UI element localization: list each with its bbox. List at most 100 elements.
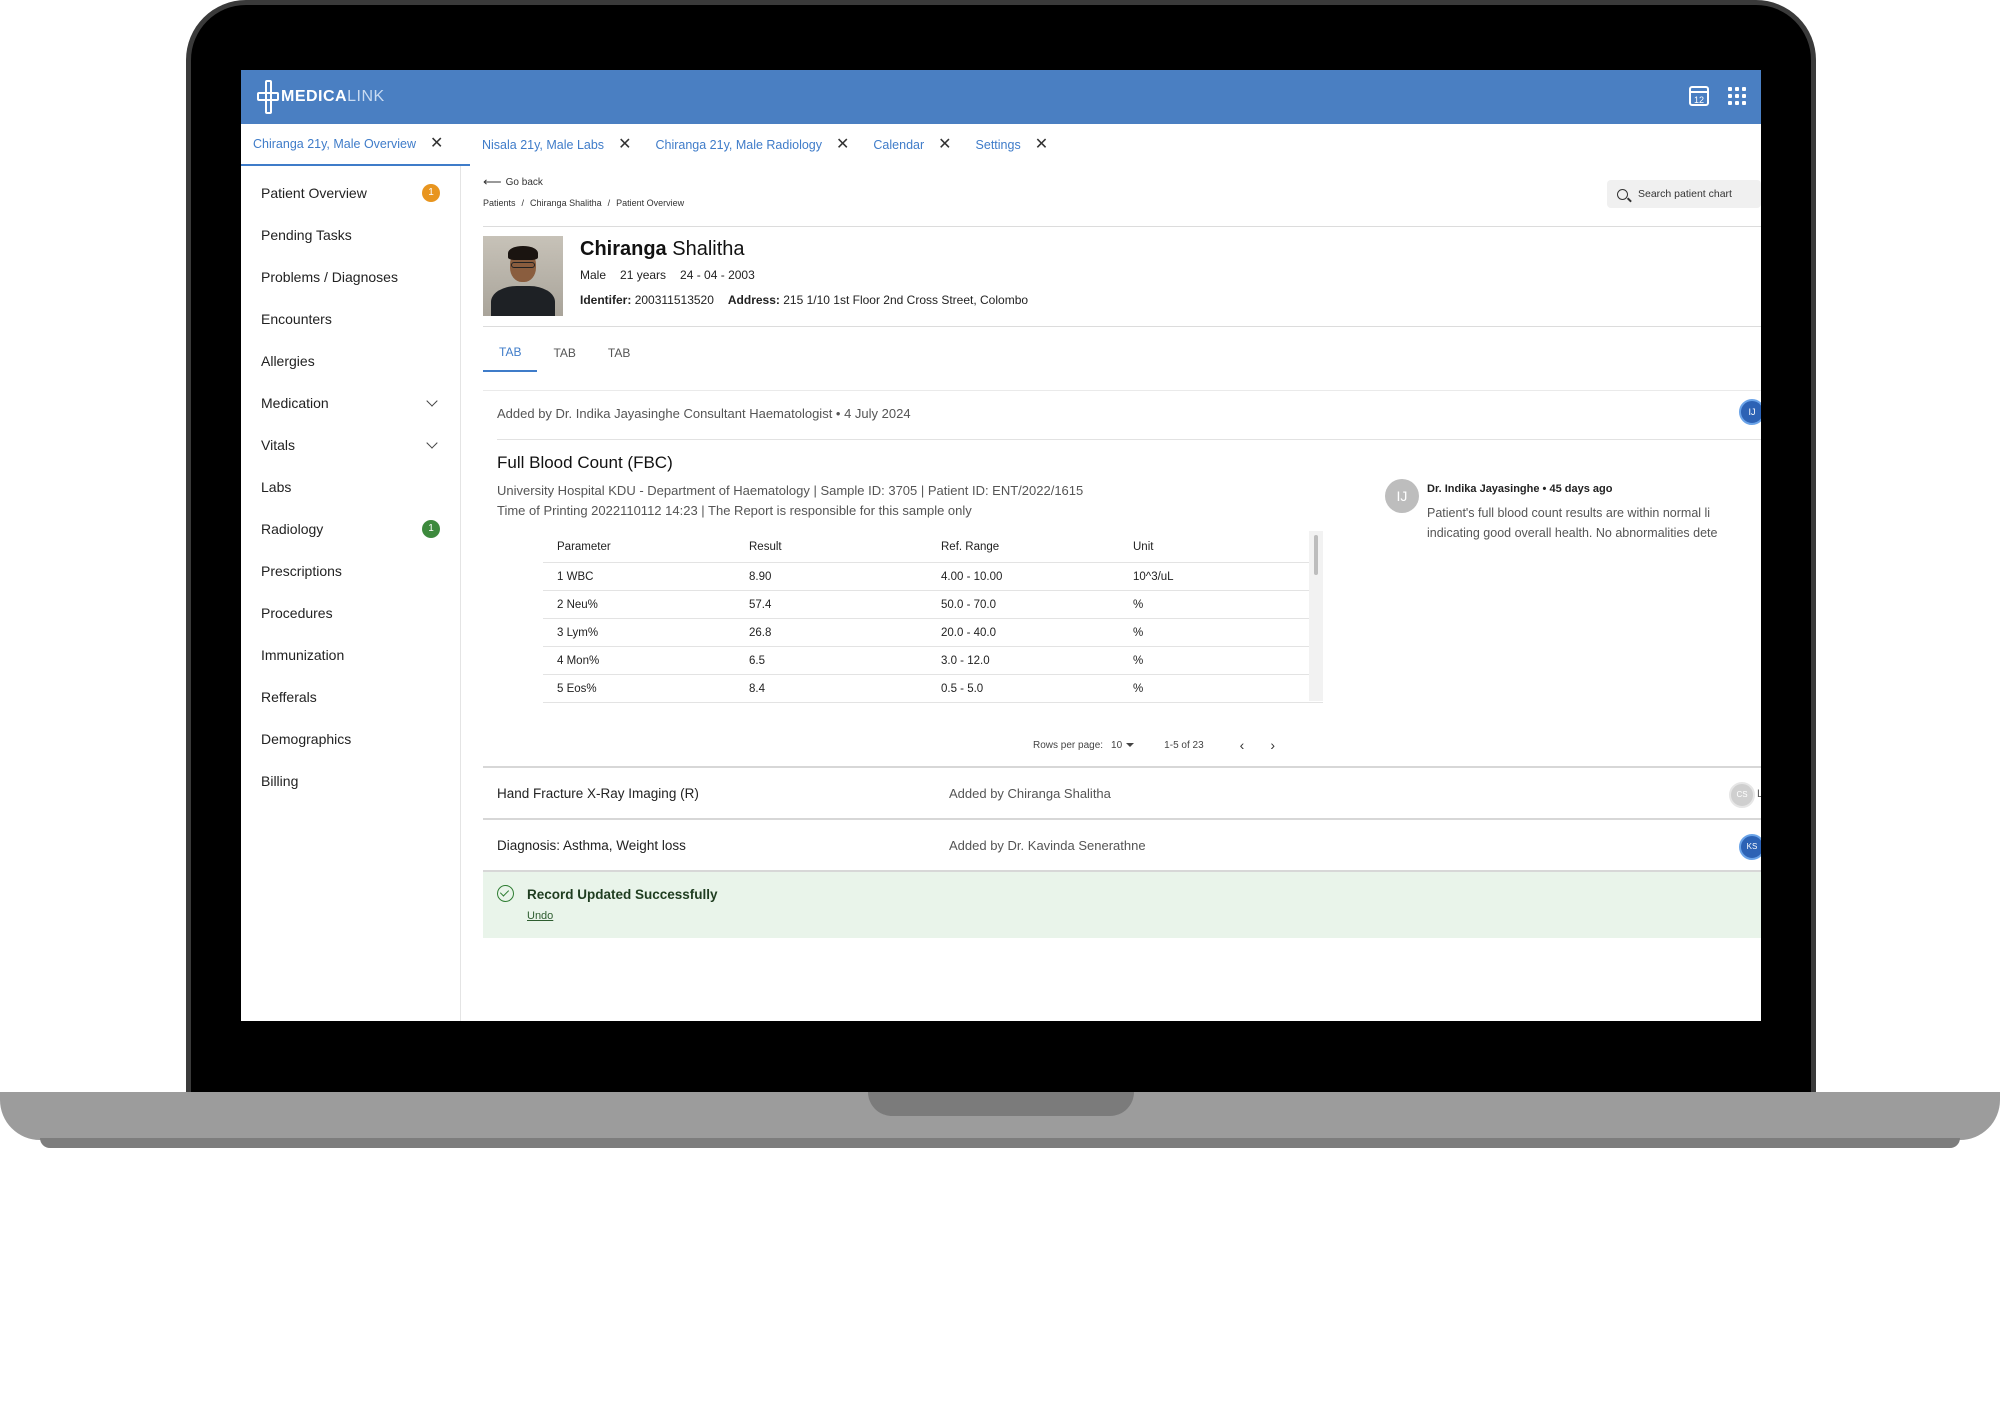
patient-photo <box>483 236 563 316</box>
sidebar-item-labs[interactable]: Labs <box>241 466 460 508</box>
patient-name: Chiranga Shalitha <box>580 238 745 260</box>
table-row: 2 Neu% 57.4 50.0 - 70.0 % <box>543 591 1323 619</box>
close-icon[interactable]: ✕ <box>618 137 631 153</box>
tab-chiranga-overview[interactable]: Chiranga 21y, Male Overview ✕ <box>241 124 470 166</box>
pagination-range: 1-5 of 23 <box>1164 739 1204 751</box>
close-icon[interactable]: ✕ <box>938 137 951 153</box>
logo-primary-text: MEDICA <box>281 88 348 105</box>
tab-nisala-labs[interactable]: Nisala 21y, Male Labs ✕ <box>470 124 643 166</box>
column-header: Result <box>749 540 782 553</box>
table-row: 4 Mon% 6.5 3.0 - 12.0 % <box>543 647 1323 675</box>
sidebar-item-pending-tasks[interactable]: Pending Tasks <box>241 214 460 256</box>
appbar-actions: 12 <box>1689 86 1747 106</box>
close-icon[interactable]: ✕ <box>1035 137 1048 153</box>
calendar-day: 12 <box>1693 95 1704 105</box>
subtab-3[interactable]: TAB <box>592 334 646 372</box>
table-pagination: Rows per page: 10 1-5 of 23 ‹ › <box>1033 737 1275 753</box>
app-screen: MEDICALINK 12 Chiranga 21y, Male Overvie… <box>241 70 1761 1021</box>
table-row: 1 WBC 8.90 4.00 - 10.00 10^3/uL <box>543 563 1323 591</box>
sidebar-item-refferals[interactable]: Refferals <box>241 676 460 718</box>
patient-tabs: Chiranga 21y, Male Overview ✕ Nisala 21y,… <box>241 124 1761 166</box>
sidebar-item-allergies[interactable]: Allergies <box>241 340 460 382</box>
breadcrumb: Patients / Chiranga Shalitha / Patient O… <box>483 198 685 208</box>
patient-age: 21 years <box>620 268 667 282</box>
record-added-by: Added by Dr. Indika Jayasinghe Consultan… <box>497 406 911 421</box>
sidebar-item-immunization[interactable]: Immunization <box>241 634 460 676</box>
main-content: ⟵ Go back Patients / Chiranga Shalitha / … <box>483 166 1761 1021</box>
sidebar-item-medication[interactable]: Medication <box>241 382 460 424</box>
sidebar-item-vitals[interactable]: Vitals <box>241 424 460 466</box>
chevron-down-icon[interactable] <box>426 437 438 449</box>
table-row: 5 Eos% 8.4 0.5 - 5.0 % <box>543 675 1323 703</box>
divider <box>483 326 1761 327</box>
breadcrumb-patients[interactable]: Patients <box>483 198 516 208</box>
breadcrumb-current: Patient Overview <box>616 198 685 208</box>
subtab-1[interactable]: TAB <box>483 334 538 372</box>
scrollbar-thumb[interactable] <box>1314 535 1318 575</box>
avatar: KS <box>1739 834 1761 860</box>
close-icon[interactable]: ✕ <box>430 136 443 152</box>
patient-address: 215 1/10 1st Floor 2nd Cross Street, Col… <box>783 293 1029 307</box>
results-table: Parameter Result Ref. Range Unit 1 WBC 8… <box>543 531 1323 703</box>
patient-identifiers: Identifer: 200311513520 Address: 215 1/1… <box>580 293 1029 307</box>
app-bar: MEDICALINK 12 <box>241 70 1761 124</box>
sidebar-item-radiology[interactable]: Radiology 1 <box>241 508 460 550</box>
undo-link[interactable]: Undo <box>527 910 553 922</box>
arrow-left-icon: ⟵ <box>483 174 502 189</box>
list-item[interactable]: Diagnosis: Asthma, Weight loss Added by … <box>483 820 1761 872</box>
chevron-left-icon[interactable]: ‹ <box>1240 737 1245 753</box>
list-item[interactable]: Hand Fracture X-Ray Imaging (R) Added by… <box>483 768 1761 820</box>
comment-text: Patient's full blood count results are w… <box>1427 506 1718 540</box>
table-header: Parameter Result Ref. Range Unit <box>543 531 1323 563</box>
subtab-2[interactable]: TAB <box>537 334 591 372</box>
table-scrollbar[interactable] <box>1309 531 1323 701</box>
avatar: IJ <box>1739 399 1761 425</box>
record-card-fbc[interactable]: Added by Dr. Indika Jayasinghe Consultan… <box>483 390 1761 768</box>
sidebar-item-encounters[interactable]: Encounters <box>241 298 460 340</box>
dropdown-arrow-icon <box>1126 743 1135 747</box>
tab-calendar[interactable]: Calendar ✕ <box>861 124 963 166</box>
record-title: Full Blood Count (FBC) <box>497 453 673 472</box>
calendar-icon[interactable]: 12 <box>1689 86 1709 106</box>
chevron-down-icon[interactable] <box>426 395 438 407</box>
notification-badge: 1 <box>422 184 440 202</box>
apps-grid-icon[interactable] <box>1727 86 1747 106</box>
breadcrumb-patient-name[interactable]: Chiranga Shalitha <box>530 198 602 208</box>
go-back-link[interactable]: ⟵ Go back <box>483 174 543 190</box>
success-toast: Record Updated Successfully Undo <box>483 872 1761 938</box>
toast-message: Record Updated Successfully <box>527 887 718 902</box>
app-logo[interactable]: MEDICALINK <box>257 80 385 114</box>
column-header: Parameter <box>557 540 611 553</box>
search-input[interactable]: Search patient chart <box>1607 180 1761 208</box>
column-header: Ref. Range <box>941 540 1000 553</box>
notification-badge: 1 <box>422 520 440 538</box>
sidebar-item-billing[interactable]: Billing <box>241 760 460 802</box>
search-icon <box>1617 188 1628 200</box>
record-meta-line: Time of Printing 2022110112 14:23 | The … <box>497 503 972 518</box>
laptop-notch <box>868 1092 1134 1116</box>
tab-chiranga-radiology[interactable]: Chiranga 21y, Male Radiology ✕ <box>643 124 861 166</box>
sidebar-item-demographics[interactable]: Demographics <box>241 718 460 760</box>
sidebar-item-patient-overview[interactable]: Patient Overview 1 <box>241 172 460 214</box>
divider <box>497 439 1761 440</box>
close-icon[interactable]: ✕ <box>836 137 849 153</box>
list-item-title: Diagnosis: Asthma, Weight loss <box>497 838 686 853</box>
chevron-right-icon[interactable]: › <box>1270 737 1275 753</box>
list-item-added-by: Added by Dr. Kavinda Senerathne <box>949 838 1146 853</box>
sidebar-item-prescriptions[interactable]: Prescriptions <box>241 550 460 592</box>
medical-cross-icon <box>257 80 279 114</box>
rows-per-page-select[interactable]: 10 <box>1111 740 1135 751</box>
table-row: 3 Lym% 26.8 20.0 - 40.0 % <box>543 619 1323 647</box>
record-subtabs: TAB TAB TAB <box>483 334 646 372</box>
avatar: CS <box>1729 782 1755 808</box>
sidebar-item-problems-diagnoses[interactable]: Problems / Diagnoses <box>241 256 460 298</box>
patient-gender: Male <box>580 268 607 282</box>
patient-demographics: Male 21 years 24 - 04 - 2003 <box>580 268 755 282</box>
sidebar-item-procedures[interactable]: Procedures <box>241 592 460 634</box>
tab-settings[interactable]: Settings ✕ <box>964 124 1061 166</box>
record-meta-line: University Hospital KDU - Department of … <box>497 483 1084 498</box>
divider <box>483 226 1761 227</box>
comment-author: Dr. Indika Jayasinghe • 45 days ago <box>1427 483 1613 495</box>
avatar: IJ <box>1385 479 1419 513</box>
list-item-added-by: Added by Chiranga Shalitha <box>949 786 1111 801</box>
